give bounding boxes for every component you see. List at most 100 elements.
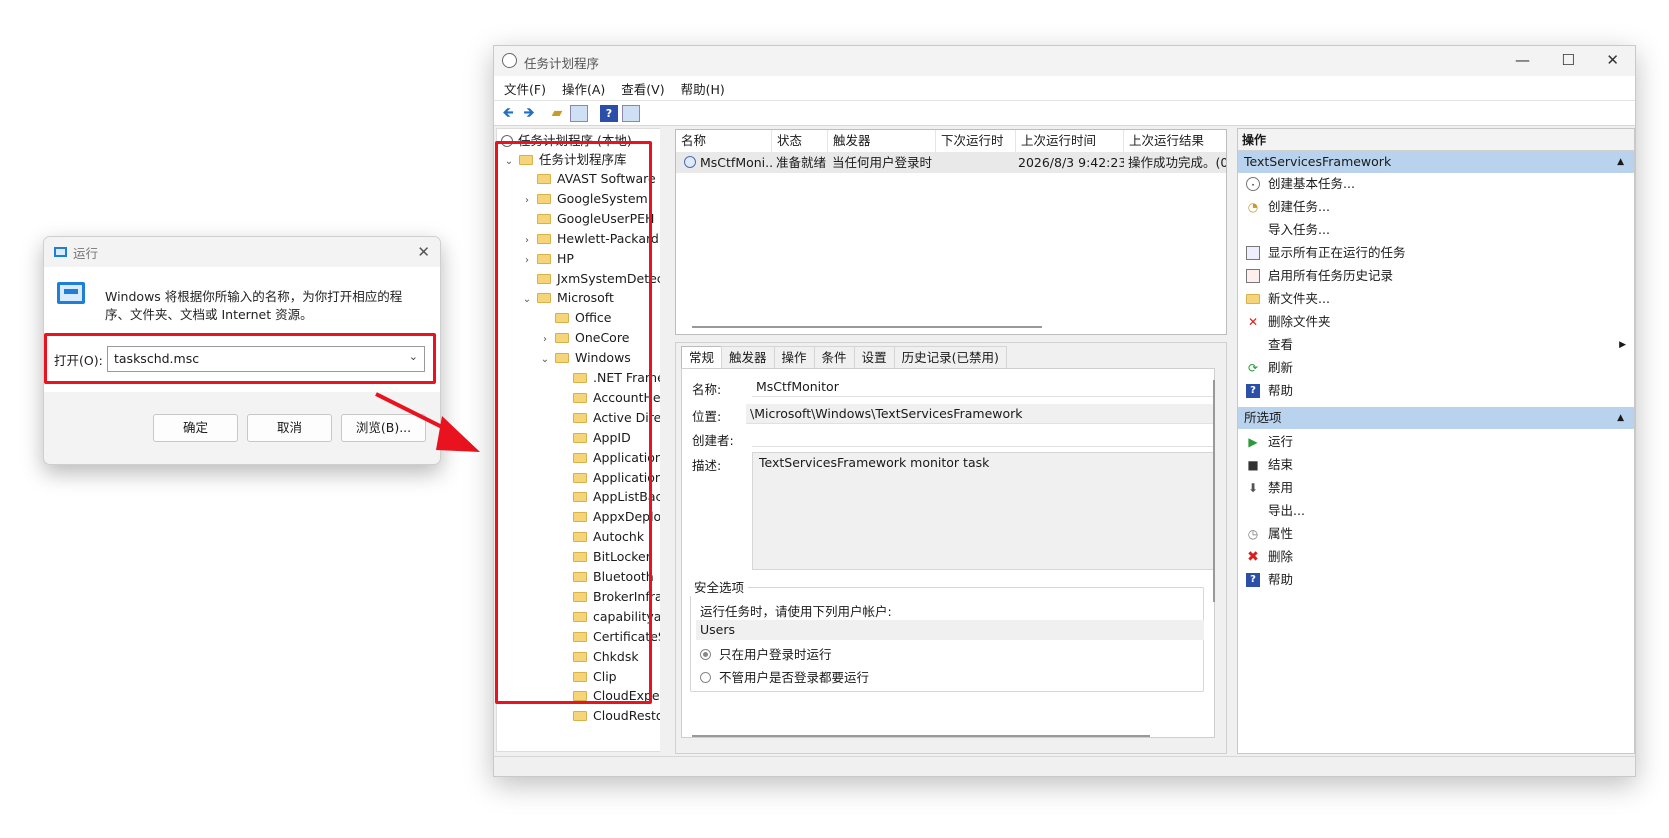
detail-hscrollbar[interactable] [692,735,1150,737]
action-help[interactable]: ? 帮助 [1238,380,1634,402]
task-list: 名称 状态 触发器 下次运行时间 上次运行时间 上次运行结果 MsCtfMoni… [675,129,1227,335]
tab-conditions[interactable]: 条件 [813,346,855,368]
close-icon[interactable]: ✕ [1606,51,1619,69]
help-icon[interactable]: ? [600,105,618,122]
location-field: \Microsoft\Windows\TextServicesFramework [746,404,1214,424]
folder-icon [573,711,587,722]
tab-actions[interactable]: 操作 [773,346,815,368]
open-input-value: taskschd.msc [114,351,200,366]
forward-arrow-icon[interactable]: 🡺 [520,105,538,122]
action-new-folder[interactable]: 新文件夹... [1238,288,1634,310]
tab-settings[interactable]: 设置 [853,346,895,368]
detail-vscrollbar[interactable] [1213,380,1215,602]
cell-name: MsCtfMoni... [700,155,772,170]
menu-help[interactable]: 帮助(H) [681,79,725,98]
col-trigger[interactable]: 触发器 [828,130,936,152]
action-label: 查看 [1268,337,1294,352]
tab-general[interactable]: 常规 [681,346,723,368]
name-field[interactable]: MsCtfMonitor [752,377,1214,397]
show-hide-tree-icon[interactable] [570,105,588,122]
action-show-running[interactable]: 显示所有正在运行的任务 [1238,242,1634,264]
delete-icon: ✕ [1247,315,1259,329]
ts-title: 任务计划程序 [524,56,600,71]
create-task-icon: ◔ [1247,200,1259,214]
cell-status: 准备就绪 [776,155,827,170]
action-properties[interactable]: ◷ 属性 [1238,523,1634,545]
cell-last-run: 2026/8/3 9:42:23 [1018,155,1124,170]
col-name[interactable]: 名称 [676,130,772,152]
tree-item-label: CloudRestore [593,708,664,724]
tree-scrollbar[interactable] [660,128,666,752]
radio-always[interactable]: 不管用户是否登录都要运行 [700,667,869,686]
name-label: 名称: [692,382,722,397]
description-field[interactable]: TextServicesFramework monitor task [752,452,1214,570]
cell-last-result: 操作成功完成。(0x0) [1128,155,1227,170]
action-label: 导入任务... [1268,222,1330,237]
action-import-task[interactable]: 导入任务... [1238,219,1634,241]
actions-group-selected[interactable]: 所选项 ▲ [1238,407,1634,429]
tab-history[interactable]: 历史记录(已禁用) [893,346,1007,368]
action-help-selected[interactable]: ? 帮助 [1238,569,1634,591]
tab-triggers[interactable]: 触发器 [721,346,775,368]
list-scrollbar[interactable] [692,326,1042,328]
table-row[interactable]: MsCtfMoni... 准备就绪 当任何用户登录时 2026/8/3 9:42… [676,152,1226,173]
back-arrow-icon[interactable]: 🡸 [499,105,517,122]
task-scheduler-window: 任务计划程序 — ☐ ✕ 文件(F) 操作(A) 查看(V) 帮助(H) 🡸 🡺… [493,45,1636,777]
action-create-basic-task[interactable]: · 创建基本任务... [1238,173,1634,195]
action-delete[interactable]: ✖ 删除 [1238,546,1634,568]
run-app-icon [54,247,67,257]
ok-button[interactable]: 确定 [153,414,238,442]
action-delete-folder[interactable]: ✕ 删除文件夹 [1238,311,1634,333]
collapse-icon[interactable]: ▲ [1617,407,1624,429]
action-label: 删除 [1268,549,1294,564]
down-arrow-icon: ⬇ [1247,481,1259,495]
radio-button[interactable] [700,649,711,660]
action-label: 帮助 [1268,383,1294,398]
actions-group-selected-label: 所选项 [1244,410,1282,425]
action-create-task[interactable]: ◔ 创建任务... [1238,196,1634,218]
status-bar [494,756,1635,776]
action-label: 运行 [1268,434,1294,449]
up-folder-icon[interactable]: ▰ [548,105,566,122]
action-run[interactable]: ▶ 运行 [1238,431,1634,453]
maximize-icon[interactable]: ☐ [1562,51,1575,69]
col-next-run[interactable]: 下次运行时间 [936,130,1016,170]
menu-file[interactable]: 文件(F) [504,79,546,98]
col-status[interactable]: 状态 [772,130,828,152]
general-tab-body: 名称: MsCtfMonitor 位置: \Microsoft\Windows\… [681,368,1215,738]
close-icon[interactable]: ✕ [417,243,430,261]
refresh-icon: ⟳ [1247,361,1259,375]
pointer-arrow-icon [375,392,480,452]
col-last-result[interactable]: 上次运行结果 [1124,130,1226,152]
action-enable-history[interactable]: 启用所有任务历史记录 [1238,265,1634,287]
help-icon: ? [1246,384,1260,398]
action-end[interactable]: ■ 结束 [1238,454,1634,476]
actions-pane: 操作 TextServicesFramework ▲ · 创建基本任务... ◔ 创建… [1237,128,1635,754]
show-hide-actions-icon[interactable] [622,105,640,122]
action-label: 启用所有任务历史记录 [1268,268,1394,283]
action-label: 结束 [1268,457,1294,472]
task-clock-icon [684,156,696,168]
action-refresh[interactable]: ⟳ 刷新 [1238,357,1634,379]
tree-item[interactable]: CloudRestore [557,706,664,726]
minimize-icon[interactable]: — [1515,51,1530,69]
submenu-arrow-icon: ▶ [1619,340,1626,350]
menu-view[interactable]: 查看(V) [621,79,664,98]
chevron-down-icon[interactable]: ⌄ [409,350,418,363]
menu-action[interactable]: 操作(A) [562,79,605,98]
action-export[interactable]: 导出... [1238,500,1634,522]
action-disable[interactable]: ⬇ 禁用 [1238,477,1634,499]
open-input[interactable]: taskschd.msc ⌄ [107,346,425,372]
cancel-button[interactable]: 取消 [247,414,332,442]
radio-button[interactable] [700,672,711,683]
collapse-icon[interactable]: ▲ [1617,151,1624,173]
running-tasks-icon [1246,246,1260,260]
ts-titlebar: 任务计划程序 — ☐ ✕ [494,46,1635,76]
play-icon: ▶ [1248,435,1258,449]
actions-group-folder[interactable]: TextServicesFramework ▲ [1238,151,1634,173]
col-last-run[interactable]: 上次运行时间 [1016,130,1124,152]
action-view[interactable]: 查看 ▶ [1238,334,1634,356]
location-label: 位置: [692,409,722,424]
run-as-user: Users [696,620,1204,640]
radio-logged-on[interactable]: 只在用户登录时运行 [700,644,832,663]
